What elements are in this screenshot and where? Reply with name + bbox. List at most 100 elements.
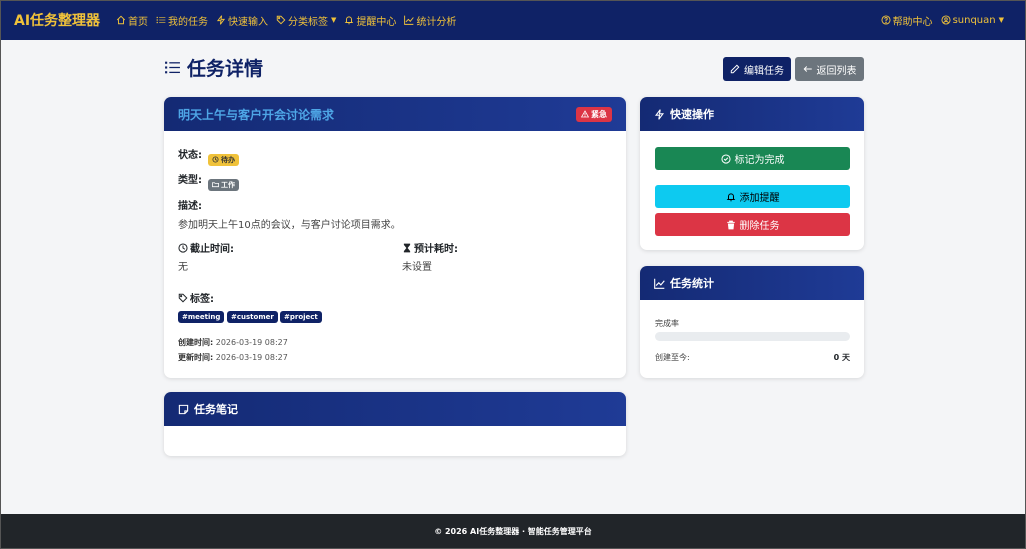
edit-task-label: 编辑任务 — [744, 65, 784, 77]
stats-card-header: 任务统计 — [640, 266, 864, 300]
nav-home-label: 首页 — [128, 16, 149, 28]
type-label: 类型: — [178, 175, 202, 186]
completion-rate-label: 完成率 — [655, 319, 679, 328]
page-title: 任务详情 — [164, 54, 263, 81]
nav-quick-input[interactable]: 快速输入 — [216, 13, 268, 28]
page-title-text: 任务详情 — [187, 58, 264, 80]
arrow-left-icon — [803, 66, 812, 72]
trash-icon — [726, 220, 735, 229]
deadline-label-text: 截止时间: — [190, 244, 234, 255]
quick-actions-card: 快速操作 标记为完成 添加提醒 删除任务 — [640, 97, 864, 250]
status-value-wrap: 待办 — [208, 148, 239, 167]
mark-complete-label: 标记为完成 — [734, 155, 785, 166]
nav-right-group: 帮助中心 sunquan ▼ — [881, 13, 1012, 28]
status-badge-label: 待办 — [221, 155, 235, 164]
task-title: 明天上午与客户开会讨论需求 — [178, 107, 335, 122]
updated-time: 更新时间: 2026-03-19 08:27 — [178, 352, 288, 363]
description-label: 描述: — [178, 201, 202, 212]
type-value-wrap: 工作 — [208, 173, 239, 192]
lightning-icon — [216, 15, 226, 25]
task-notes-card: 任务笔记 — [164, 392, 626, 456]
user-circle-icon — [941, 15, 951, 25]
clock-icon — [212, 156, 219, 163]
created-time-label: 创建时间: — [178, 338, 214, 347]
nav-home[interactable]: 首页 — [116, 13, 148, 28]
stats-card-title: 任务统计 — [670, 277, 714, 290]
type-badge-label: 工作 — [221, 180, 235, 189]
pencil-icon — [730, 64, 740, 74]
back-to-list-button[interactable]: 返回列表 — [795, 57, 864, 81]
hourglass-icon — [403, 243, 411, 252]
nav-user-menu[interactable]: sunquan ▼ — [941, 15, 1004, 26]
list-icon — [165, 61, 180, 74]
lightning-icon — [654, 108, 665, 120]
nav-reminders-label: 提醒中心 — [356, 16, 397, 28]
chart-icon — [404, 15, 415, 25]
mark-complete-button[interactable]: 标记为完成 — [655, 147, 850, 170]
estimate-value: 未设置 — [402, 262, 432, 273]
task-stats-card: 任务统计 完成率 创建至今: 0 天 — [640, 266, 864, 378]
estimate-label-text: 预计耗时: — [414, 244, 458, 255]
tags-label-text: 标签: — [190, 294, 214, 305]
page-footer: © 2026 AI任务整理器 · 智能任务管理平台 — [0, 514, 1026, 549]
nav-help-label: 帮助中心 — [892, 16, 933, 28]
brand-logo[interactable]: AI任务整理器 — [14, 10, 100, 30]
home-icon — [116, 15, 126, 25]
tag-chip[interactable]: #customer — [227, 311, 278, 323]
status-badge: 待办 — [208, 153, 239, 166]
nav-statistics-label: 统计分析 — [416, 16, 457, 28]
updated-time-value: 2026-03-19 08:27 — [215, 353, 288, 362]
check-circle-icon — [720, 153, 731, 164]
deadline-label: 截止时间: — [178, 240, 234, 255]
back-to-list-label: 返回列表 — [816, 65, 857, 77]
description-text: 参加明天上午10点的会议，与客户讨论项目需求。 — [178, 220, 401, 231]
quick-card-title: 快速操作 — [670, 108, 714, 121]
nav-category-tags[interactable]: 分类标签 ▼ — [276, 13, 336, 28]
nav-quick-input-label: 快速输入 — [228, 16, 269, 28]
add-reminder-label: 添加提醒 — [739, 193, 780, 204]
nav-statistics[interactable]: 统计分析 — [404, 13, 456, 28]
add-reminder-button[interactable]: 添加提醒 — [655, 185, 850, 208]
chevron-down-icon: ▼ — [998, 16, 1004, 24]
tag-chip[interactable]: #meeting — [178, 311, 225, 323]
list-icon — [156, 16, 166, 24]
chevron-down-icon: ▼ — [331, 16, 337, 24]
tag-chip[interactable]: #project — [280, 311, 322, 323]
footer-text: © 2026 AI任务整理器 · 智能任务管理平台 — [434, 527, 592, 536]
tags-label: 标签: — [178, 290, 214, 305]
tags-icon — [178, 293, 188, 302]
completion-progress-bar — [655, 332, 850, 341]
estimate-label: 预计耗时: — [402, 240, 458, 255]
sticky-note-icon — [178, 404, 189, 414]
question-circle-icon — [881, 15, 891, 25]
status-label: 状态: — [178, 150, 202, 161]
tag-icon — [276, 15, 286, 25]
nav-category-tags-label: 分类标签 — [288, 16, 329, 28]
edit-task-button[interactable]: 编辑任务 — [723, 57, 791, 81]
top-navbar: AI任务整理器 首页 我的任务 快速输入 分类标签 ▼ 提醒中心 统计分析 帮助… — [0, 0, 1026, 40]
nav-username: sunquan — [952, 14, 996, 26]
created-time: 创建时间: 2026-03-19 08:27 — [178, 337, 288, 348]
priority-badge: 紧急 — [576, 106, 612, 122]
warning-triangle-icon — [581, 110, 589, 118]
deadline-value: 无 — [178, 262, 188, 273]
nav-my-tasks[interactable]: 我的任务 — [156, 13, 208, 28]
priority-badge-label: 紧急 — [591, 109, 607, 119]
notes-card-title: 任务笔记 — [194, 403, 238, 416]
created-since-label: 创建至今: — [655, 353, 690, 362]
quick-card-header: 快速操作 — [640, 97, 864, 131]
notes-card-header: 任务笔记 — [164, 392, 626, 426]
created-time-value: 2026-03-19 08:27 — [215, 338, 288, 347]
clock-icon — [178, 242, 188, 253]
task-detail-card: 明天上午与客户开会讨论需求 紧急 状态: 待办 类型: 工作 描述: 参加明天上… — [164, 97, 626, 378]
updated-time-label: 更新时间: — [178, 353, 214, 362]
delete-task-button[interactable]: 删除任务 — [655, 213, 850, 236]
bell-icon — [345, 16, 354, 25]
task-card-header: 明天上午与客户开会讨论需求 紧急 — [164, 97, 626, 131]
nav-my-tasks-label: 我的任务 — [168, 16, 209, 28]
delete-task-label: 删除任务 — [739, 221, 780, 232]
created-since-value: 0 天 — [833, 353, 850, 362]
nav-help-center[interactable]: 帮助中心 — [881, 13, 933, 28]
type-badge: 工作 — [208, 178, 239, 191]
nav-reminders[interactable]: 提醒中心 — [344, 13, 396, 28]
